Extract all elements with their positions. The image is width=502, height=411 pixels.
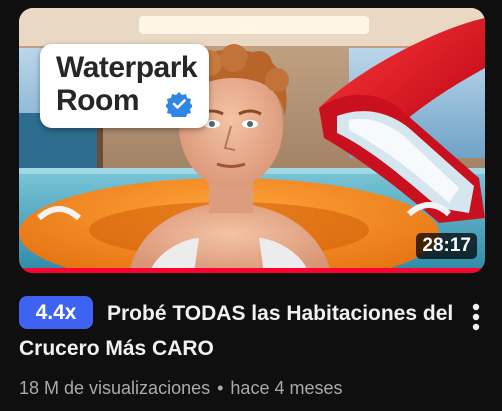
overlay-title-line2: Room (56, 84, 140, 117)
watch-progress-fill (19, 268, 485, 273)
overlay-title-line1: Waterpark (56, 51, 198, 84)
upload-age: hace 4 meses (230, 378, 343, 398)
more-vertical-icon[interactable] (464, 300, 488, 334)
thumbnail-overlay-label: Waterpark Room (40, 44, 209, 128)
video-card: Waterpark Room 28:17 Probé TODAS las Hab… (0, 0, 502, 411)
watch-progress-bar (19, 268, 485, 273)
video-thumbnail[interactable]: Waterpark Room 28:17 (19, 8, 485, 273)
meta-separator: • (217, 378, 224, 398)
duration-badge: 28:17 (416, 233, 477, 259)
verified-check-icon (166, 92, 192, 117)
view-count: 18 M de visualizaciones (19, 378, 211, 398)
video-metadata: 18 M de visualizaciones • hace 4 meses (19, 378, 342, 399)
speed-badge: 4.4x (19, 296, 93, 329)
